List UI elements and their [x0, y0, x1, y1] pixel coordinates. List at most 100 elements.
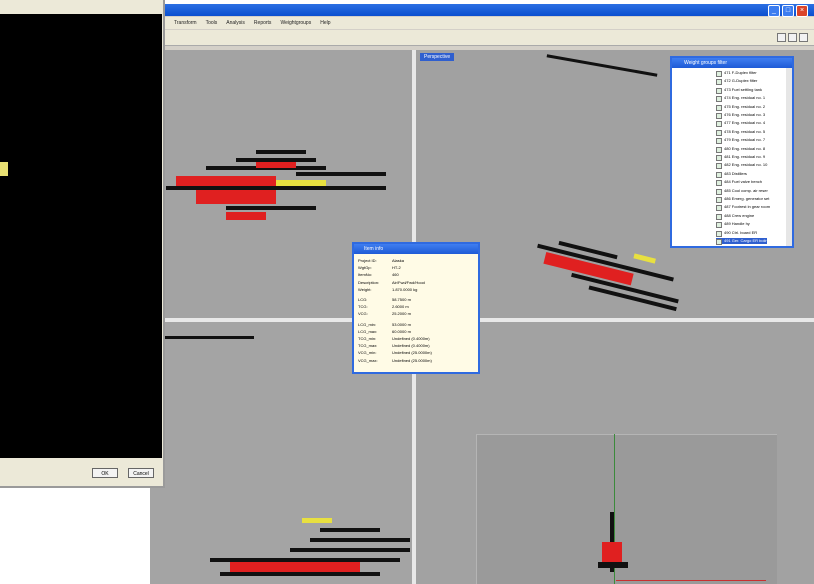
- info-label: VCG_max:: [358, 357, 378, 363]
- weight-group-item[interactable]: 482 Eng. residual no. 10: [716, 162, 767, 170]
- checkbox-icon[interactable]: [716, 222, 722, 229]
- weight-group-item[interactable]: 475 Eng. residual no. 2: [716, 104, 765, 111]
- weight-group-label: 473 Fuel settling tank: [724, 86, 763, 92]
- checkbox-icon[interactable]: [716, 230, 722, 237]
- checkbox-icon[interactable]: [716, 138, 722, 145]
- weight-group-item[interactable]: 490 Ctrl. board ER: [716, 229, 758, 237]
- weight-group-label: 490 Ctrl. board ER: [724, 229, 758, 235]
- info-label: Weight:: [358, 286, 372, 292]
- weight-group-item[interactable]: 473 Fuel settling tank: [716, 86, 763, 94]
- info-value: Air/Fwd/Fwd/Hood: [392, 279, 425, 285]
- info-label: LCG:: [358, 297, 368, 302]
- menu-reports[interactable]: Reports: [254, 20, 272, 26]
- dialog-preview-canvas[interactable]: [0, 14, 162, 458]
- checkbox-icon[interactable]: [716, 113, 722, 119]
- panel-title-text: Weight groups filter: [684, 60, 727, 66]
- weight-group-item[interactable]: 491 Ger. Cargo ER boilr: [716, 238, 767, 245]
- checkbox-icon[interactable]: [716, 129, 722, 136]
- title-bar: _ □ ×: [150, 4, 814, 17]
- info-label: VCG_min:: [358, 350, 377, 356]
- checkbox-icon[interactable]: [716, 205, 722, 212]
- checkbox-icon[interactable]: [716, 163, 722, 170]
- info-row: Project ID: Alaska: [358, 258, 404, 263]
- weight-group-item[interactable]: 488 Crew engine: [716, 213, 754, 220]
- menu-analysis[interactable]: Analysis: [226, 20, 245, 26]
- weight-group-item[interactable]: 472 G-Duplex filter: [716, 78, 758, 86]
- info-label: Project ID:: [358, 258, 377, 263]
- info-row: TCG: 2.6000 m: [358, 304, 409, 309]
- info-value: Undefined (0.4000m): [392, 343, 430, 349]
- weight-group-item[interactable]: 487 Footrest in gear room: [716, 204, 770, 212]
- weight-groups-list: 471 F-Duplex filter 472 G-Duplex filter 47…: [672, 68, 786, 246]
- weight-groups-panel: Weight groups filter 471 F-Duplex filter…: [670, 56, 794, 248]
- info-value: Undefined (0.4000m): [392, 336, 430, 341]
- weight-groups-title: Weight groups filter: [672, 58, 792, 68]
- menu-transform[interactable]: Transform: [174, 20, 197, 26]
- perspective-label: Perspective: [420, 53, 455, 61]
- info-value: 53.0000 m: [392, 321, 411, 327]
- weight-group-item[interactable]: 476 Eng. residual no. 3: [716, 112, 766, 119]
- ok-button[interactable]: OK: [92, 468, 118, 478]
- checkbox-icon[interactable]: [716, 146, 722, 153]
- weight-group-item[interactable]: 481 Eng. residual no. 9: [716, 154, 765, 161]
- checkbox-icon[interactable]: [716, 79, 722, 86]
- info-value: Undefined (25.0000m): [392, 357, 432, 363]
- dialog-title-bar: [0, 0, 163, 14]
- checkbox-icon[interactable]: [716, 121, 722, 128]
- weight-group-item[interactable]: 474 Eng. residual no. 1: [716, 95, 765, 103]
- close-icon[interactable]: ×: [796, 5, 808, 17]
- checkbox-icon[interactable]: [716, 188, 722, 195]
- checkbox-icon[interactable]: [716, 239, 722, 245]
- checkbox-icon[interactable]: [716, 87, 722, 94]
- item-info-panel: Item info Project ID: Alaska WgtGp: HT-2 Ite…: [352, 242, 480, 374]
- checkbox-icon[interactable]: [716, 71, 722, 77]
- maximize-icon[interactable]: □: [782, 5, 794, 17]
- checkbox-icon[interactable]: [716, 104, 722, 111]
- info-label: LCG_max:: [358, 328, 378, 334]
- weight-group-label: 472 G-Duplex filter: [724, 78, 758, 84]
- weight-group-label: 476 Eng. residual no. 3: [724, 112, 766, 117]
- weight-group-item[interactable]: 480 Eng. residual no. 8: [716, 146, 765, 153]
- viewport-splitter[interactable]: [150, 318, 814, 322]
- info-label: TCG:: [358, 304, 368, 310]
- toolbar: [150, 30, 814, 46]
- info-value: 460: [392, 272, 399, 278]
- weight-group-item[interactable]: 479 Eng. residual no. 7: [716, 137, 765, 145]
- checkbox-icon[interactable]: [716, 197, 722, 203]
- weight-group-label: 477 Eng. residual no. 4: [724, 120, 766, 126]
- info-row: LCG_min: 53.0000 m: [358, 322, 411, 327]
- info-value: 58.7500 m: [392, 297, 411, 302]
- toolbar-button[interactable]: [799, 33, 808, 42]
- checkbox-icon[interactable]: [716, 171, 722, 178]
- toolbar-button[interactable]: [777, 33, 786, 42]
- menu-weightgroups[interactable]: Weightgroups: [280, 20, 311, 26]
- info-row: Weight: 1.870.0000 kg: [358, 287, 417, 292]
- weight-group-item[interactable]: 485 Cool comp. air reser: [716, 187, 768, 195]
- menu-help[interactable]: Help: [320, 20, 330, 26]
- info-value: 1.870.0000 kg: [392, 286, 418, 292]
- weight-group-item[interactable]: 471 F-Duplex filter: [716, 70, 757, 77]
- axis-line: [150, 336, 254, 339]
- weight-group-item[interactable]: 486 Emerg. generator set: [716, 196, 770, 203]
- checkbox-icon[interactable]: [716, 155, 722, 161]
- menu-tools[interactable]: Tools: [206, 20, 218, 26]
- weight-group-item[interactable]: 484 Fuel valve bench: [716, 179, 762, 187]
- weight-group-item[interactable]: 478 Eng. residual no. 5: [716, 129, 765, 136]
- weight-group-label: 485 Cool comp. air reser: [724, 187, 768, 193]
- weight-group-label: 486 Emerg. generator set: [724, 196, 770, 201]
- toolbar-button[interactable]: [788, 33, 797, 42]
- cancel-button[interactable]: Cancel: [128, 468, 154, 478]
- weight-group-item[interactable]: 489 Handle hy: [716, 221, 750, 229]
- info-label: VCG:: [358, 311, 368, 317]
- checkbox-icon[interactable]: [716, 213, 722, 220]
- info-value: 2.6000 m: [392, 304, 409, 310]
- checkbox-icon[interactable]: [716, 96, 722, 103]
- checkbox-icon[interactable]: [716, 180, 722, 187]
- panel-title-text: Item info: [364, 246, 384, 252]
- weight-group-label: 483 Distillers: [724, 170, 747, 176]
- info-label: LCG_min:: [358, 321, 377, 327]
- minimize-icon[interactable]: _: [768, 5, 780, 17]
- weight-group-item[interactable]: 477 Eng. residual no. 4: [716, 120, 766, 128]
- scrollbar[interactable]: [786, 68, 792, 246]
- weight-group-item[interactable]: 483 Distillers: [716, 170, 747, 178]
